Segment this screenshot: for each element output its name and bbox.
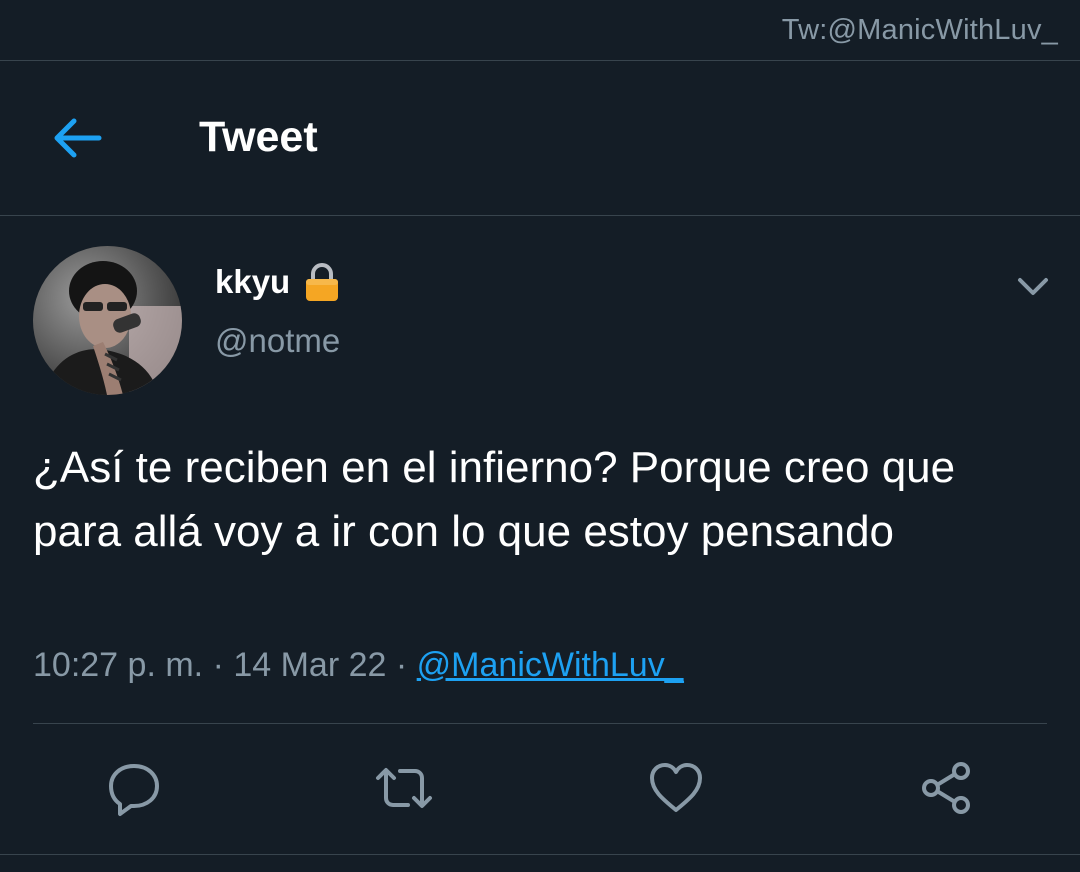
retweet-icon [376, 768, 432, 808]
app-header: Tweet [0, 61, 1080, 215]
share-icon [922, 762, 970, 814]
bottom-divider [0, 854, 1080, 855]
tweet-text: ¿Así te reciben en el infierno? Porque c… [33, 443, 956, 556]
header-divider [0, 215, 1080, 216]
back-button[interactable] [48, 111, 106, 165]
tweet-date: 14 Mar 22 [233, 646, 387, 684]
meta-separator: · [212, 646, 224, 684]
tweet-options-button[interactable] [1012, 270, 1054, 302]
author-handle[interactable]: @notme [215, 322, 340, 360]
lock-icon [303, 262, 341, 302]
tweet-time: 10:27 p. m. [33, 646, 204, 684]
chevron-down-icon [1018, 278, 1048, 295]
reply-button[interactable] [104, 758, 164, 818]
share-button[interactable] [916, 758, 976, 818]
heart-icon [650, 763, 702, 812]
reply-icon [109, 764, 159, 816]
avatar[interactable] [33, 246, 182, 395]
retweet-button[interactable] [374, 758, 434, 818]
watermark-text: Tw:@ManicWithLuv_ [781, 14, 1058, 46]
arrow-left-icon [54, 118, 102, 158]
like-button[interactable] [646, 758, 706, 818]
actions-divider [33, 723, 1047, 724]
tweet-meta: 10:27 p. m. · 14 Mar 22 · @ManicWithLuv_ [33, 646, 684, 685]
tweet-source-link[interactable]: @ManicWithLuv_ [417, 646, 684, 684]
meta-separator: · [395, 646, 408, 684]
avatar-image [33, 246, 182, 395]
page-title: Tweet [199, 113, 318, 161]
author-display-name[interactable]: kkyu [215, 263, 290, 301]
